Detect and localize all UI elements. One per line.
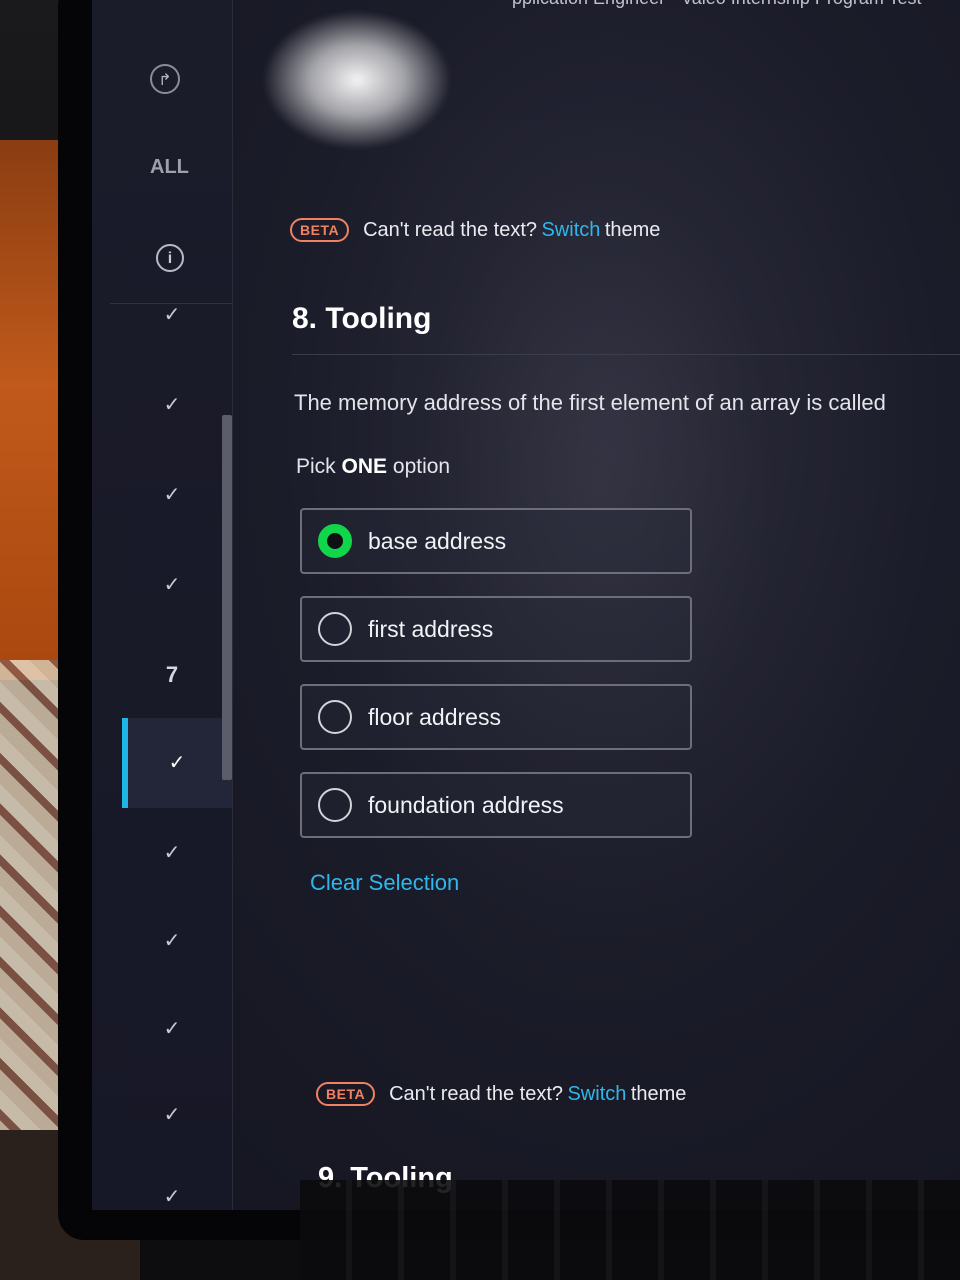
filter-all[interactable]: ALL [150, 156, 189, 179]
sidebar-item-question-13[interactable]: ✓ [152, 1182, 192, 1210]
test-title: pplication Engineer - Valeo Internship P… [512, 0, 922, 9]
beta-notice-text: Can't read the text? [363, 218, 538, 241]
pick-prefix: Pick [296, 455, 336, 478]
question-sidebar: ↱ ALL i ✓ ✓ ✓ ✓ 7 ✓ ✓ ✓ ✓ ✓ ✓ [92, 0, 233, 1210]
sidebar-item-question-8-active[interactable]: ✓ [122, 718, 232, 808]
beta-notice-suffix: theme [630, 1082, 687, 1105]
beta-theme-notice: BETA Can't read the text? Switch theme [290, 218, 660, 242]
question-title: 8. Tooling [292, 302, 432, 335]
option-base-address[interactable]: base address [300, 508, 692, 574]
option-floor-address[interactable]: floor address [300, 684, 692, 750]
sidebar-item-question-10[interactable]: ✓ [152, 926, 192, 956]
option-label: first address [368, 615, 494, 642]
question-title-divider [292, 354, 960, 355]
option-first-address[interactable]: first address [300, 596, 692, 662]
beta-theme-notice-2: BETA Can't read the text? Switch theme [316, 1082, 686, 1106]
radio-unselected[interactable] [318, 612, 352, 646]
switch-theme-link[interactable]: Switch [541, 219, 600, 241]
pick-suffix: option [392, 455, 451, 478]
sidebar-item-question-7[interactable]: 7 [152, 660, 192, 690]
sidebar-item-question-3[interactable]: ✓ [152, 480, 192, 510]
keyboard-edge [300, 1180, 960, 1280]
active-indicator [122, 718, 128, 808]
pick-emphasis: ONE [341, 455, 388, 478]
beta-notice-text: Can't read the text? [389, 1082, 564, 1105]
sidebar-item-question-1[interactable]: ✓ [152, 300, 192, 330]
info-icon[interactable]: i [156, 244, 184, 272]
pick-instruction: Pick ONE option [296, 455, 450, 479]
beta-notice-suffix: theme [604, 218, 661, 241]
beta-badge: BETA [290, 218, 350, 242]
sidebar-item-question-9[interactable]: ✓ [152, 838, 192, 868]
radio-unselected[interactable] [318, 700, 352, 734]
option-label: floor address [368, 703, 501, 730]
radio-selected[interactable] [318, 524, 352, 558]
question-panel: pplication Engineer - Valeo Internship P… [282, 0, 960, 1210]
photo-background: ↱ ALL i ✓ ✓ ✓ ✓ 7 ✓ ✓ ✓ ✓ ✓ ✓ pplication… [0, 0, 960, 1280]
share-icon[interactable]: ↱ [150, 64, 180, 94]
sidebar-item-question-12[interactable]: ✓ [152, 1100, 192, 1130]
sidebar-item-question-2[interactable]: ✓ [152, 390, 192, 420]
laptop-screen: ↱ ALL i ✓ ✓ ✓ ✓ 7 ✓ ✓ ✓ ✓ ✓ ✓ pplication… [92, 0, 960, 1210]
screen-glare [262, 10, 452, 150]
switch-theme-link[interactable]: Switch [567, 1083, 626, 1105]
option-label: foundation address [368, 791, 564, 818]
option-foundation-address[interactable]: foundation address [300, 772, 692, 838]
question-prompt: The memory address of the first element … [294, 390, 886, 415]
sidebar-item-question-11[interactable]: ✓ [152, 1014, 192, 1044]
clear-selection-link[interactable]: Clear Selection [310, 870, 459, 896]
beta-badge: BETA [316, 1082, 376, 1106]
radio-unselected[interactable] [318, 788, 352, 822]
sidebar-scrollbar[interactable] [222, 415, 232, 780]
option-label: base address [368, 527, 507, 554]
sidebar-item-question-4[interactable]: ✓ [152, 570, 192, 600]
